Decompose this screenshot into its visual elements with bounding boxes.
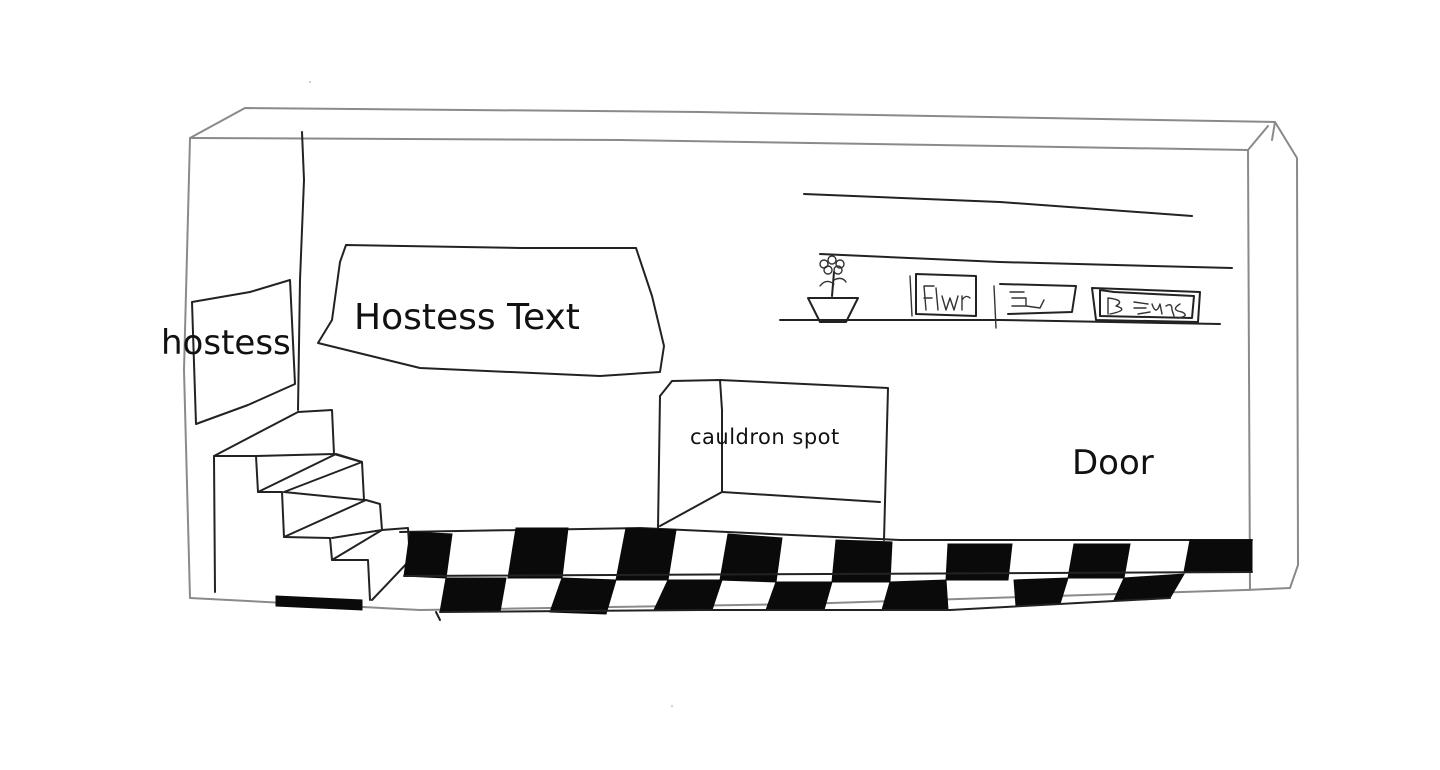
shelf-item-bears-icon (1091, 287, 1201, 323)
stray-dot (309, 81, 311, 83)
shelf-item-box-icon (999, 283, 1077, 315)
partition-wall (297, 131, 305, 411)
cauldron-spot-box (657, 379, 889, 541)
shelf-divider (909, 275, 913, 317)
hostess-label: hostess (161, 323, 291, 363)
stair-base-strip (275, 595, 363, 611)
hostess-text-label: Hostess Text (354, 297, 580, 338)
shelf-item-flwr-icon (915, 273, 977, 317)
upper-shelf-line (803, 193, 1193, 217)
staircase (213, 409, 411, 601)
room-sketch (183, 81, 1299, 707)
shelf-top-line (819, 253, 1233, 269)
door-label: Door (1072, 443, 1154, 483)
flower-pot-icon (807, 255, 859, 323)
checkered-floor (399, 527, 1253, 621)
shelf-divider (993, 285, 997, 329)
cauldron-spot-label: cauldron spot (690, 425, 840, 449)
stray-dot (671, 705, 673, 707)
